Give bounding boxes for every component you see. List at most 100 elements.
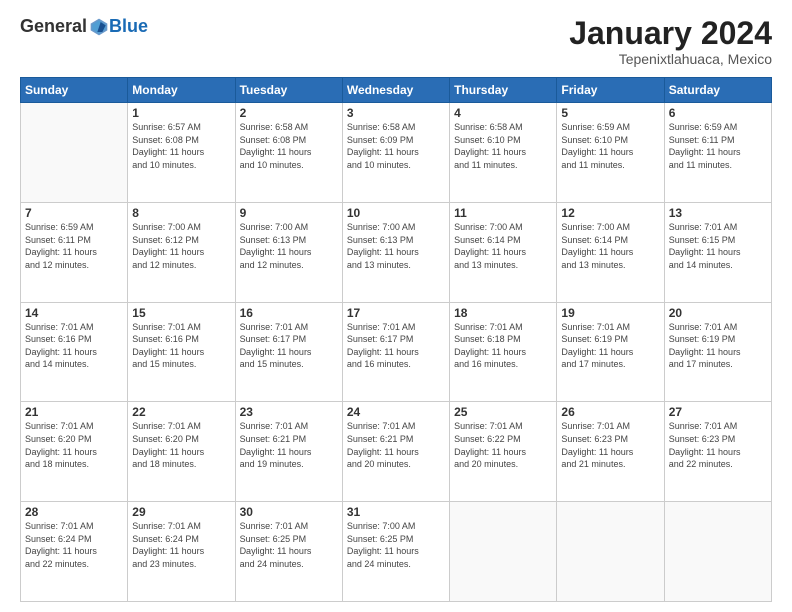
calendar-cell: 31Sunrise: 7:00 AM Sunset: 6:25 PM Dayli… <box>342 502 449 602</box>
day-info: Sunrise: 7:01 AM Sunset: 6:18 PM Dayligh… <box>454 321 552 371</box>
week-row-3: 14Sunrise: 7:01 AM Sunset: 6:16 PM Dayli… <box>21 302 772 402</box>
calendar-table: SundayMondayTuesdayWednesdayThursdayFrid… <box>20 77 772 602</box>
day-number: 15 <box>132 306 230 320</box>
day-number: 29 <box>132 505 230 519</box>
day-info: Sunrise: 7:01 AM Sunset: 6:19 PM Dayligh… <box>669 321 767 371</box>
day-number: 2 <box>240 106 338 120</box>
calendar-cell: 26Sunrise: 7:01 AM Sunset: 6:23 PM Dayli… <box>557 402 664 502</box>
location: Tepenixtlahuaca, Mexico <box>569 51 772 67</box>
month-title: January 2024 <box>569 16 772 51</box>
calendar-cell: 4Sunrise: 6:58 AM Sunset: 6:10 PM Daylig… <box>450 103 557 203</box>
calendar-cell: 2Sunrise: 6:58 AM Sunset: 6:08 PM Daylig… <box>235 103 342 203</box>
day-number: 5 <box>561 106 659 120</box>
calendar-cell: 5Sunrise: 6:59 AM Sunset: 6:10 PM Daylig… <box>557 103 664 203</box>
day-info: Sunrise: 7:01 AM Sunset: 6:24 PM Dayligh… <box>25 520 123 570</box>
day-info: Sunrise: 7:01 AM Sunset: 6:16 PM Dayligh… <box>25 321 123 371</box>
logo-blue-text: Blue <box>109 16 148 37</box>
calendar-cell: 24Sunrise: 7:01 AM Sunset: 6:21 PM Dayli… <box>342 402 449 502</box>
day-info: Sunrise: 7:00 AM Sunset: 6:12 PM Dayligh… <box>132 221 230 271</box>
calendar-cell: 25Sunrise: 7:01 AM Sunset: 6:22 PM Dayli… <box>450 402 557 502</box>
day-number: 12 <box>561 206 659 220</box>
calendar-cell: 14Sunrise: 7:01 AM Sunset: 6:16 PM Dayli… <box>21 302 128 402</box>
day-number: 31 <box>347 505 445 519</box>
day-number: 27 <box>669 405 767 419</box>
day-number: 11 <box>454 206 552 220</box>
week-row-1: 1Sunrise: 6:57 AM Sunset: 6:08 PM Daylig… <box>21 103 772 203</box>
calendar-cell: 27Sunrise: 7:01 AM Sunset: 6:23 PM Dayli… <box>664 402 771 502</box>
day-number: 28 <box>25 505 123 519</box>
calendar-cell: 12Sunrise: 7:00 AM Sunset: 6:14 PM Dayli… <box>557 202 664 302</box>
calendar-cell: 30Sunrise: 7:01 AM Sunset: 6:25 PM Dayli… <box>235 502 342 602</box>
calendar-cell: 17Sunrise: 7:01 AM Sunset: 6:17 PM Dayli… <box>342 302 449 402</box>
day-info: Sunrise: 7:01 AM Sunset: 6:16 PM Dayligh… <box>132 321 230 371</box>
calendar-cell: 23Sunrise: 7:01 AM Sunset: 6:21 PM Dayli… <box>235 402 342 502</box>
calendar-cell: 16Sunrise: 7:01 AM Sunset: 6:17 PM Dayli… <box>235 302 342 402</box>
calendar-cell: 3Sunrise: 6:58 AM Sunset: 6:09 PM Daylig… <box>342 103 449 203</box>
day-number: 18 <box>454 306 552 320</box>
week-row-5: 28Sunrise: 7:01 AM Sunset: 6:24 PM Dayli… <box>21 502 772 602</box>
day-info: Sunrise: 6:59 AM Sunset: 6:11 PM Dayligh… <box>669 121 767 171</box>
day-info: Sunrise: 7:01 AM Sunset: 6:21 PM Dayligh… <box>347 420 445 470</box>
calendar-cell: 9Sunrise: 7:00 AM Sunset: 6:13 PM Daylig… <box>235 202 342 302</box>
day-number: 9 <box>240 206 338 220</box>
day-info: Sunrise: 7:01 AM Sunset: 6:17 PM Dayligh… <box>240 321 338 371</box>
day-info: Sunrise: 7:01 AM Sunset: 6:17 PM Dayligh… <box>347 321 445 371</box>
day-number: 23 <box>240 405 338 419</box>
calendar-cell <box>557 502 664 602</box>
calendar-cell: 19Sunrise: 7:01 AM Sunset: 6:19 PM Dayli… <box>557 302 664 402</box>
calendar-cell: 29Sunrise: 7:01 AM Sunset: 6:24 PM Dayli… <box>128 502 235 602</box>
header: General Blue January 2024 Tepenixtlahuac… <box>20 16 772 67</box>
day-info: Sunrise: 6:59 AM Sunset: 6:11 PM Dayligh… <box>25 221 123 271</box>
weekday-header-monday: Monday <box>128 78 235 103</box>
day-number: 6 <box>669 106 767 120</box>
calendar-cell: 21Sunrise: 7:01 AM Sunset: 6:20 PM Dayli… <box>21 402 128 502</box>
day-number: 19 <box>561 306 659 320</box>
day-info: Sunrise: 7:00 AM Sunset: 6:14 PM Dayligh… <box>561 221 659 271</box>
calendar-cell: 13Sunrise: 7:01 AM Sunset: 6:15 PM Dayli… <box>664 202 771 302</box>
day-info: Sunrise: 7:00 AM Sunset: 6:14 PM Dayligh… <box>454 221 552 271</box>
day-info: Sunrise: 6:57 AM Sunset: 6:08 PM Dayligh… <box>132 121 230 171</box>
day-info: Sunrise: 7:01 AM Sunset: 6:24 PM Dayligh… <box>132 520 230 570</box>
day-info: Sunrise: 6:58 AM Sunset: 6:09 PM Dayligh… <box>347 121 445 171</box>
calendar-cell <box>664 502 771 602</box>
day-number: 3 <box>347 106 445 120</box>
calendar-cell: 8Sunrise: 7:00 AM Sunset: 6:12 PM Daylig… <box>128 202 235 302</box>
day-info: Sunrise: 7:00 AM Sunset: 6:25 PM Dayligh… <box>347 520 445 570</box>
weekday-header-tuesday: Tuesday <box>235 78 342 103</box>
day-number: 1 <box>132 106 230 120</box>
day-number: 25 <box>454 405 552 419</box>
calendar-cell: 1Sunrise: 6:57 AM Sunset: 6:08 PM Daylig… <box>128 103 235 203</box>
calendar-cell: 6Sunrise: 6:59 AM Sunset: 6:11 PM Daylig… <box>664 103 771 203</box>
day-info: Sunrise: 7:01 AM Sunset: 6:25 PM Dayligh… <box>240 520 338 570</box>
day-number: 13 <box>669 206 767 220</box>
logo-icon <box>89 17 109 37</box>
day-info: Sunrise: 6:58 AM Sunset: 6:08 PM Dayligh… <box>240 121 338 171</box>
day-number: 22 <box>132 405 230 419</box>
day-info: Sunrise: 7:01 AM Sunset: 6:20 PM Dayligh… <box>25 420 123 470</box>
calendar-cell: 10Sunrise: 7:00 AM Sunset: 6:13 PM Dayli… <box>342 202 449 302</box>
day-info: Sunrise: 7:01 AM Sunset: 6:19 PM Dayligh… <box>561 321 659 371</box>
day-number: 26 <box>561 405 659 419</box>
calendar-cell: 22Sunrise: 7:01 AM Sunset: 6:20 PM Dayli… <box>128 402 235 502</box>
day-number: 16 <box>240 306 338 320</box>
weekday-header-saturday: Saturday <box>664 78 771 103</box>
day-info: Sunrise: 6:59 AM Sunset: 6:10 PM Dayligh… <box>561 121 659 171</box>
day-info: Sunrise: 7:01 AM Sunset: 6:15 PM Dayligh… <box>669 221 767 271</box>
day-number: 17 <box>347 306 445 320</box>
day-info: Sunrise: 7:01 AM Sunset: 6:22 PM Dayligh… <box>454 420 552 470</box>
week-row-2: 7Sunrise: 6:59 AM Sunset: 6:11 PM Daylig… <box>21 202 772 302</box>
calendar-cell: 7Sunrise: 6:59 AM Sunset: 6:11 PM Daylig… <box>21 202 128 302</box>
weekday-header-row: SundayMondayTuesdayWednesdayThursdayFrid… <box>21 78 772 103</box>
calendar-cell: 11Sunrise: 7:00 AM Sunset: 6:14 PM Dayli… <box>450 202 557 302</box>
day-number: 24 <box>347 405 445 419</box>
weekday-header-thursday: Thursday <box>450 78 557 103</box>
weekday-header-sunday: Sunday <box>21 78 128 103</box>
calendar-cell: 15Sunrise: 7:01 AM Sunset: 6:16 PM Dayli… <box>128 302 235 402</box>
week-row-4: 21Sunrise: 7:01 AM Sunset: 6:20 PM Dayli… <box>21 402 772 502</box>
day-number: 14 <box>25 306 123 320</box>
day-number: 20 <box>669 306 767 320</box>
day-number: 21 <box>25 405 123 419</box>
day-number: 8 <box>132 206 230 220</box>
calendar-cell: 28Sunrise: 7:01 AM Sunset: 6:24 PM Dayli… <box>21 502 128 602</box>
logo-general-text: General <box>20 16 87 37</box>
